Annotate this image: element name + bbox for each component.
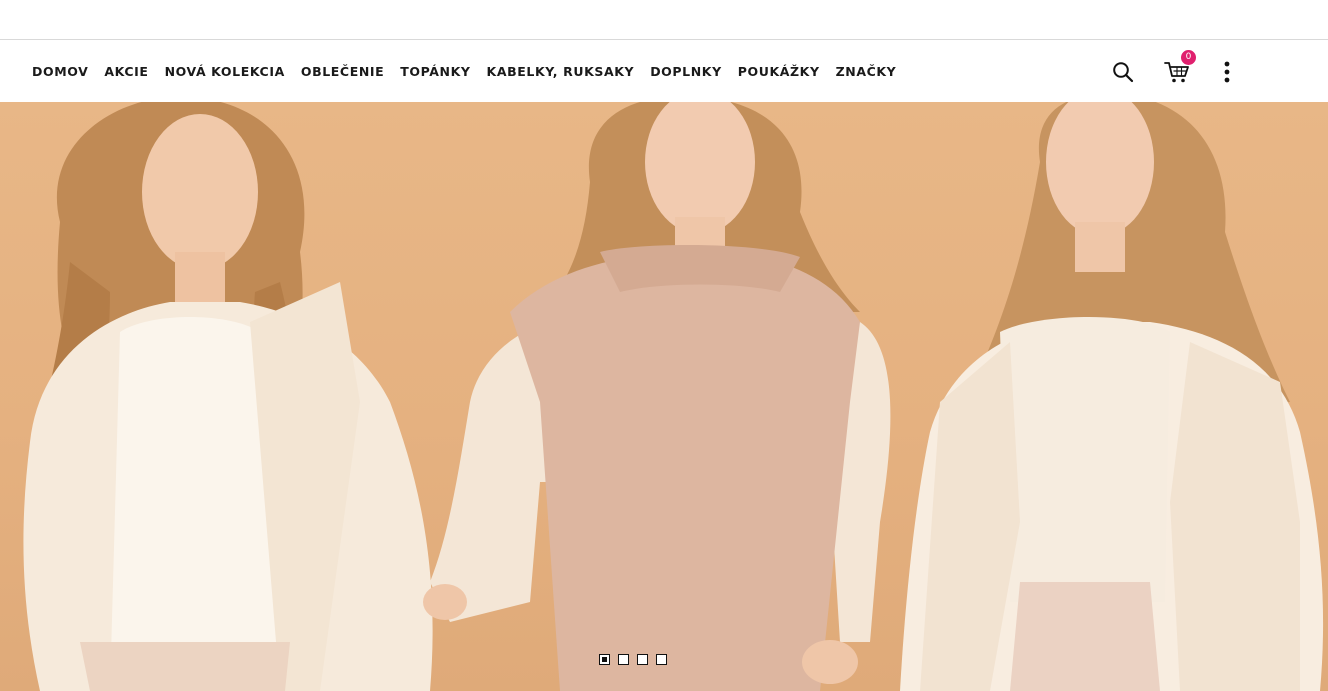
nav-item-nova-kolekcia[interactable]: NOVÁ KOLEKCIA bbox=[157, 64, 293, 79]
carousel-dot-3[interactable] bbox=[637, 654, 648, 665]
search-icon[interactable] bbox=[1107, 41, 1139, 102]
nav-item-doplnky[interactable]: DOPLNKY bbox=[642, 64, 730, 79]
cart-count-badge: 0 bbox=[1181, 50, 1196, 65]
nav-item-topanky[interactable]: TOPÁNKY bbox=[392, 64, 478, 79]
main-navigation: DOMOV AKCIE NOVÁ KOLEKCIA OBLEČENIE TOPÁ… bbox=[0, 41, 1328, 102]
carousel-dot-1[interactable] bbox=[599, 654, 610, 665]
nav-item-akcie[interactable]: AKCIE bbox=[96, 64, 156, 79]
hero-image bbox=[23, 102, 1324, 691]
nav-item-domov[interactable]: DOMOV bbox=[24, 64, 96, 79]
model-left bbox=[23, 102, 433, 691]
hero-banner[interactable] bbox=[0, 102, 1328, 691]
nav-item-oblecenie[interactable]: OBLEČENIE bbox=[293, 64, 392, 79]
nav-item-znacky[interactable]: ZNAČKY bbox=[828, 64, 905, 79]
nav-menu: DOMOV AKCIE NOVÁ KOLEKCIA OBLEČENIE TOPÁ… bbox=[24, 41, 904, 102]
carousel-dot-2[interactable] bbox=[618, 654, 629, 665]
model-right bbox=[900, 102, 1324, 691]
nav-item-kabelky-ruksaky[interactable]: KABELKY, RUKSAKY bbox=[479, 64, 643, 79]
nav-item-poukazky[interactable]: POUKÁŽKY bbox=[730, 64, 828, 79]
carousel-indicators bbox=[599, 654, 667, 665]
top-bar bbox=[0, 0, 1328, 40]
more-vertical-icon[interactable] bbox=[1211, 41, 1243, 102]
carousel-dot-4[interactable] bbox=[656, 654, 667, 665]
model-center bbox=[423, 102, 891, 691]
